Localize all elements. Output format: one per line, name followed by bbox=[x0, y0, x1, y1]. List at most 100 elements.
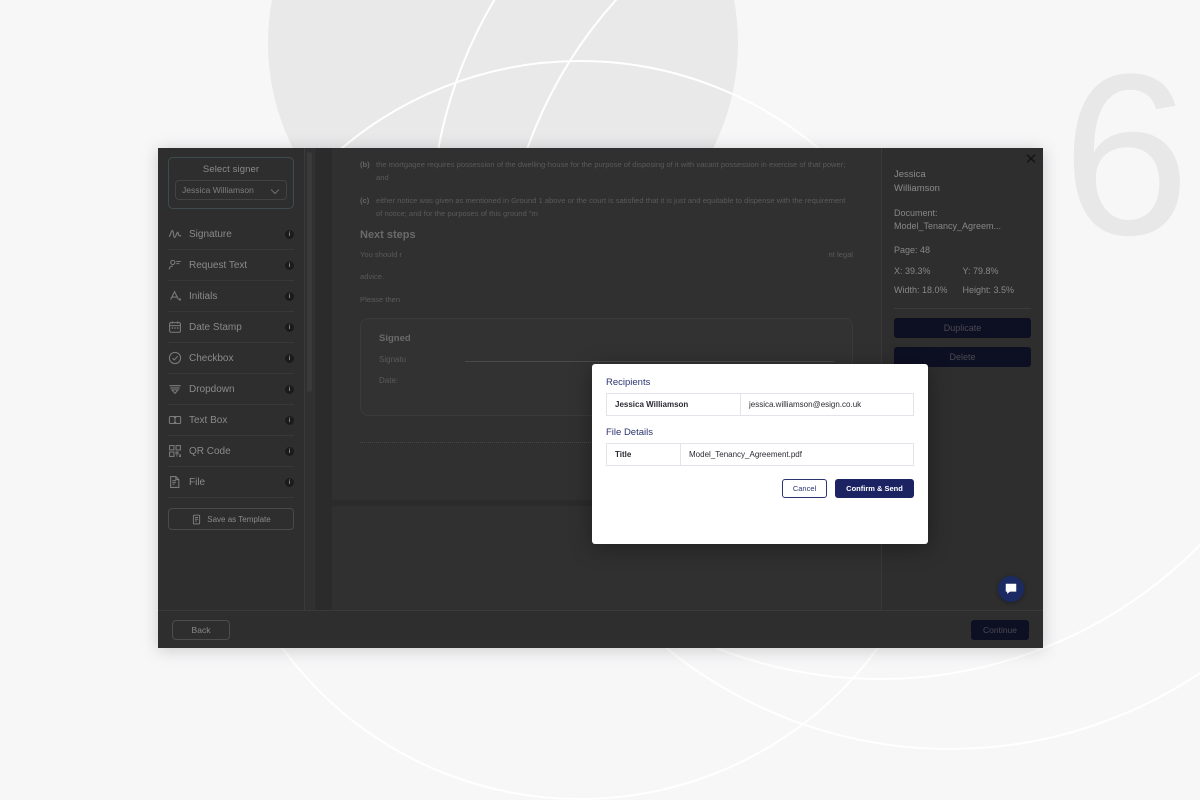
next-steps-heading: Next steps bbox=[360, 229, 416, 242]
info-icon[interactable]: i bbox=[285, 260, 294, 270]
property-width: Width: 18.0% bbox=[894, 284, 948, 295]
esign-app-window: Select signer Jessica Williamson Signatu… bbox=[158, 148, 1043, 648]
table-row: Jessica Williamson jessica.williamson@es… bbox=[606, 393, 914, 416]
file-details-heading: File Details bbox=[606, 427, 653, 438]
property-height: Height: 3.5% bbox=[962, 284, 1015, 295]
file-title-key-cell: Title bbox=[606, 443, 681, 466]
cancel-button[interactable]: Cancel bbox=[782, 479, 827, 498]
initials-icon bbox=[168, 289, 182, 303]
qr-code-icon bbox=[168, 444, 182, 458]
info-icon[interactable]: i bbox=[285, 353, 294, 363]
property-signer-first-name: Jessica bbox=[894, 169, 926, 180]
info-icon[interactable]: i bbox=[285, 415, 294, 425]
document-clause: (c) either notice was given as mentioned… bbox=[360, 194, 853, 221]
signature-rule bbox=[465, 360, 834, 362]
tool-item-request-text[interactable]: Request Text i bbox=[168, 250, 294, 281]
checkbox-icon bbox=[168, 351, 182, 365]
request-text-icon bbox=[168, 258, 182, 272]
text-box-icon bbox=[168, 413, 182, 427]
next-steps-p1-tail: nt legal bbox=[828, 250, 854, 260]
property-signer-last-name: Williamson bbox=[894, 182, 940, 194]
info-icon[interactable]: i bbox=[285, 477, 294, 487]
next-steps-paragraph-2: advice. bbox=[360, 272, 385, 282]
recipients-table: Jessica Williamson jessica.williamson@es… bbox=[606, 393, 914, 416]
tool-item-file[interactable]: File i bbox=[168, 467, 294, 498]
recipient-name-cell: Jessica Williamson bbox=[606, 393, 741, 416]
document-clause: (b) the mortgagee requires possession of… bbox=[360, 158, 853, 185]
property-y: Y: 79.8% bbox=[962, 265, 999, 276]
property-document-label: Document: bbox=[894, 207, 938, 218]
signer-select-value: Jessica Williamson bbox=[182, 185, 254, 195]
tool-label: Text Box bbox=[189, 414, 228, 426]
recipient-email-cell: jessica.williamson@esign.co.uk bbox=[740, 393, 914, 416]
clause-text: either notice was given as mentioned in … bbox=[376, 195, 846, 218]
clause-text: the mortgagee requires possession of the… bbox=[376, 160, 846, 183]
save-as-template-label: Save as Template bbox=[207, 514, 271, 524]
tool-label: Signature bbox=[189, 228, 232, 240]
signature-card-title: Signed bbox=[379, 332, 411, 344]
next-steps-paragraph-3: Please then bbox=[360, 294, 401, 304]
signer-selector-group: Select signer Jessica Williamson bbox=[168, 157, 294, 209]
document-scrollbar-thumb[interactable] bbox=[307, 152, 312, 392]
info-icon[interactable]: i bbox=[285, 446, 294, 456]
property-document-name: Model_Tenancy_Agreem... bbox=[894, 220, 1002, 231]
tool-label: QR Code bbox=[189, 445, 231, 457]
chat-bubble-icon bbox=[1004, 582, 1018, 596]
info-icon[interactable]: i bbox=[285, 322, 294, 332]
file-icon bbox=[168, 475, 182, 489]
next-steps-p1-head: You should r bbox=[360, 250, 402, 260]
close-icon[interactable]: ✕ bbox=[1024, 152, 1038, 167]
signature-icon bbox=[168, 227, 182, 241]
info-icon[interactable]: i bbox=[285, 291, 294, 301]
document-scrollbar[interactable] bbox=[305, 148, 315, 610]
property-position-row: X: 39.3% Y: 79.8% bbox=[894, 266, 1031, 276]
confirm-send-modal: Recipients Jessica Williamson jessica.wi… bbox=[592, 364, 928, 544]
signature-label: Signatu bbox=[379, 354, 407, 364]
tool-label: Request Text bbox=[189, 259, 248, 271]
clause-marker: (b) bbox=[360, 160, 370, 169]
file-details-table: Title Model_Tenancy_Agreement.pdf bbox=[606, 443, 914, 466]
property-size-row: Width: 18.0% Height: 3.5% bbox=[894, 285, 1031, 295]
property-divider bbox=[894, 307, 1031, 309]
tool-label: Date Stamp bbox=[189, 321, 242, 333]
next-steps-paragraph-1: You should r nt legal bbox=[360, 248, 853, 261]
app-footer: Back Continue bbox=[158, 610, 1043, 648]
chevron-down-icon bbox=[272, 186, 280, 194]
continue-button[interactable]: Continue bbox=[971, 619, 1029, 640]
tool-item-checkbox[interactable]: Checkbox i bbox=[168, 343, 294, 374]
modal-action-bar: Cancel Confirm & Send bbox=[606, 479, 914, 498]
select-signer-label: Select signer bbox=[202, 164, 260, 175]
info-icon[interactable]: i bbox=[285, 384, 294, 394]
property-page: Page: 48 bbox=[894, 244, 931, 255]
save-as-template-button[interactable]: Save as Template bbox=[168, 508, 294, 530]
tool-item-date-stamp[interactable]: Date Stamp i bbox=[168, 312, 294, 343]
dropdown-icon bbox=[168, 382, 182, 396]
tool-label: Initials bbox=[189, 290, 218, 302]
back-button[interactable]: Back bbox=[172, 619, 230, 640]
bg-decor-number-six: 6 bbox=[1062, 26, 1190, 283]
property-x: X: 39.3% bbox=[894, 265, 931, 276]
clause-marker: (c) bbox=[360, 195, 370, 205]
intercom-chat-launcher[interactable] bbox=[998, 576, 1024, 602]
recipients-heading: Recipients bbox=[606, 377, 651, 388]
template-document-icon bbox=[191, 514, 202, 525]
table-row: Title Model_Tenancy_Agreement.pdf bbox=[606, 443, 914, 466]
tool-label: File bbox=[189, 476, 206, 488]
info-icon[interactable]: i bbox=[285, 229, 294, 239]
tool-item-text-box[interactable]: Text Box i bbox=[168, 405, 294, 436]
signer-select[interactable]: Jessica Williamson bbox=[175, 180, 287, 200]
file-title-value-cell: Model_Tenancy_Agreement.pdf bbox=[680, 443, 914, 466]
duplicate-button[interactable]: Duplicate bbox=[894, 317, 1031, 338]
date-label: Date: bbox=[379, 375, 399, 385]
tool-item-qr-code[interactable]: QR Code i bbox=[168, 436, 294, 467]
calendar-icon bbox=[168, 320, 182, 334]
tool-list: Signature i Request Text i Initials i Da… bbox=[168, 219, 294, 498]
tool-item-dropdown[interactable]: Dropdown i bbox=[168, 374, 294, 405]
tool-sidebar: Select signer Jessica Williamson Signatu… bbox=[158, 148, 305, 610]
tool-item-initials[interactable]: Initials i bbox=[168, 281, 294, 312]
signature-row: Signatu bbox=[379, 355, 834, 364]
confirm-and-send-button[interactable]: Confirm & Send bbox=[835, 479, 914, 498]
tool-label: Checkbox bbox=[189, 352, 234, 364]
tool-label: Dropdown bbox=[189, 383, 235, 395]
tool-item-signature[interactable]: Signature i bbox=[168, 219, 294, 250]
